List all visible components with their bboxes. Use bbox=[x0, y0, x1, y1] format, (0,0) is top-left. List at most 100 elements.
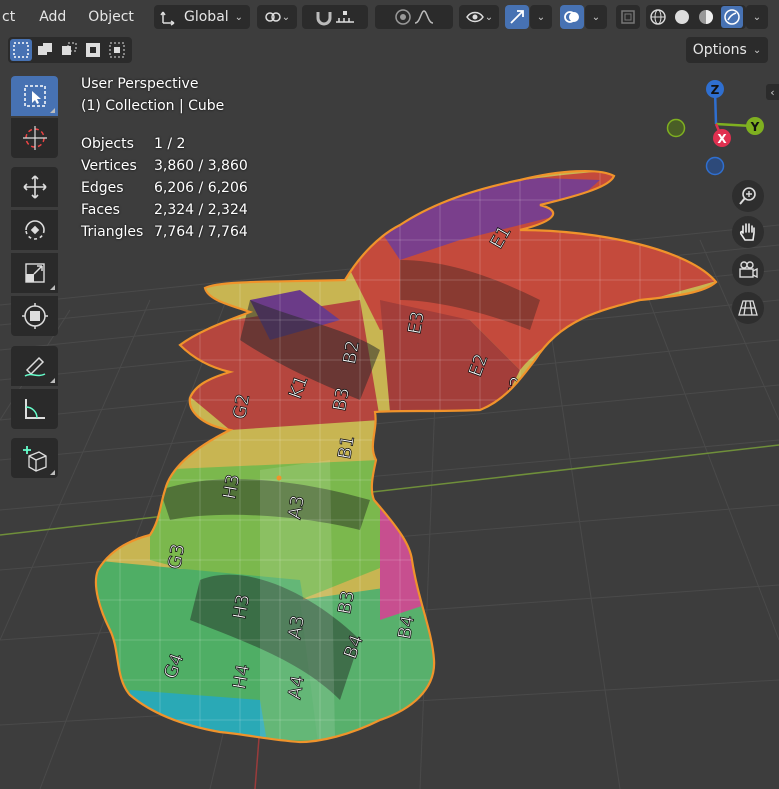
wireframe-shading-icon[interactable] bbox=[649, 8, 667, 26]
shading-dropdown[interactable]: ⌄ bbox=[746, 5, 768, 29]
measure-icon bbox=[24, 399, 45, 419]
select-invert-icon bbox=[86, 43, 100, 57]
select-intersect-icon bbox=[109, 42, 125, 58]
tool-scale[interactable] bbox=[11, 253, 58, 293]
select-subtract-button[interactable] bbox=[58, 39, 80, 61]
transform-orientation-dropdown[interactable]: Global ⌄ bbox=[154, 5, 250, 29]
menu-view[interactable]: ct bbox=[0, 0, 23, 34]
overlays-dropdown[interactable]: ⌄ bbox=[585, 5, 607, 29]
neg-y-handle bbox=[666, 118, 686, 138]
mesh-label: B3 bbox=[329, 386, 354, 413]
proportional-edit-icon bbox=[395, 9, 411, 25]
proportional-edit-group[interactable] bbox=[375, 5, 453, 29]
mesh-label: H3 bbox=[219, 473, 244, 501]
falloff-curve-icon bbox=[414, 10, 434, 24]
shading-mode-group[interactable] bbox=[646, 5, 746, 29]
add-cube-icon bbox=[22, 446, 47, 472]
stat-label: Faces bbox=[81, 202, 120, 218]
stat-row: Vertices 3,860 / 3,860 bbox=[81, 155, 248, 177]
mesh-label: A4 bbox=[284, 674, 309, 701]
link-icon bbox=[265, 12, 281, 22]
options-dropdown[interactable]: Options ⌄ bbox=[686, 37, 768, 63]
gizmo-toggle-button[interactable] bbox=[505, 5, 529, 29]
chevron-down-icon: ⌄ bbox=[536, 11, 546, 23]
stat-row: Edges 6,206 / 6,206 bbox=[81, 177, 248, 199]
zoom-icon bbox=[739, 187, 756, 205]
tool-select-box[interactable] bbox=[11, 76, 58, 116]
mesh-label: G2 bbox=[229, 392, 254, 421]
tool-rotate[interactable] bbox=[11, 210, 58, 250]
mesh-label: B1 bbox=[334, 434, 359, 461]
tool-measure[interactable] bbox=[11, 389, 58, 429]
select-new-button[interactable] bbox=[10, 39, 32, 61]
visibility-dropdown[interactable]: ⌄ bbox=[459, 5, 499, 29]
gizmo-icon bbox=[510, 10, 524, 24]
tool-transform[interactable] bbox=[11, 296, 58, 336]
view-name: User Perspective bbox=[81, 76, 199, 92]
chevron-down-icon: ⌄ bbox=[752, 11, 762, 23]
select-extend-button[interactable] bbox=[34, 39, 56, 61]
magnet-icon bbox=[316, 12, 332, 26]
neg-z-handle bbox=[705, 156, 725, 176]
perspective-toggle-button[interactable] bbox=[732, 292, 764, 324]
z-label: Z bbox=[711, 83, 720, 97]
mesh-label: E2 bbox=[504, 375, 529, 401]
overlays-toggle-button[interactable] bbox=[560, 5, 584, 29]
stat-row: Faces 2,324 / 2,324 bbox=[81, 199, 248, 221]
select-new-icon bbox=[13, 42, 29, 58]
material-shading-icon[interactable] bbox=[697, 8, 715, 26]
mesh-label: A3 bbox=[284, 614, 309, 641]
object-origin bbox=[276, 475, 282, 481]
mesh-label: H4 bbox=[229, 663, 254, 691]
snapping-group[interactable] bbox=[302, 5, 368, 29]
chevron-down-icon: ⌄ bbox=[281, 11, 291, 23]
overlays-icon bbox=[564, 11, 579, 23]
stat-row: Triangles 7,764 / 7,764 bbox=[81, 221, 248, 243]
select-subtract-icon bbox=[62, 42, 77, 55]
rendered-shading-button[interactable] bbox=[721, 6, 743, 28]
stat-row: Objects 1 / 2 bbox=[81, 133, 248, 155]
stat-value: 6,206 / 6,206 bbox=[154, 180, 248, 196]
chevron-down-icon: ⌄ bbox=[752, 44, 762, 56]
x-label: X bbox=[717, 132, 727, 146]
snap-increment-icon bbox=[336, 11, 354, 23]
tool-move[interactable] bbox=[11, 167, 58, 207]
chevron-down-icon: ⌄ bbox=[591, 11, 601, 23]
solid-shading-icon[interactable] bbox=[673, 8, 691, 26]
pivot-point-dropdown[interactable]: ⌄ bbox=[257, 5, 297, 29]
sidebar-toggle-arrow[interactable]: ‹ bbox=[766, 84, 779, 100]
orientation-label: Global bbox=[184, 9, 229, 25]
stat-label: Vertices bbox=[81, 158, 137, 174]
pan-button[interactable] bbox=[732, 216, 764, 248]
tool-cursor[interactable] bbox=[11, 118, 58, 158]
chevron-down-icon: ⌄ bbox=[484, 11, 494, 23]
stat-value: 3,860 / 3,860 bbox=[154, 158, 248, 174]
gizmo-dropdown[interactable]: ⌄ bbox=[530, 5, 552, 29]
mesh-label: E3 bbox=[404, 310, 429, 336]
navigation-gizmo[interactable]: Z Y X bbox=[660, 76, 770, 180]
stat-value: 1 / 2 bbox=[154, 136, 186, 152]
tool-annotate[interactable] bbox=[11, 346, 58, 386]
select-invert-button[interactable] bbox=[82, 39, 104, 61]
tool-add-cube[interactable] bbox=[11, 438, 58, 478]
chevron-down-icon: ⌄ bbox=[234, 11, 244, 23]
options-label: Options bbox=[692, 42, 747, 58]
stat-value: 7,764 / 7,764 bbox=[154, 224, 248, 240]
camera-view-button[interactable] bbox=[732, 254, 764, 286]
select-box-icon bbox=[23, 85, 46, 107]
mesh-label: B3 bbox=[334, 589, 359, 616]
mesh-label: B4 bbox=[394, 614, 419, 641]
xray-toggle-button[interactable] bbox=[616, 5, 640, 29]
menu-object[interactable]: Object bbox=[74, 0, 142, 34]
y-label: Y bbox=[750, 120, 760, 134]
menu-add[interactable]: Add bbox=[23, 0, 74, 34]
annotate-icon bbox=[24, 356, 45, 377]
stat-value: 2,324 / 2,324 bbox=[154, 202, 248, 218]
camera-icon bbox=[739, 261, 758, 279]
scene-statistics: Objects 1 / 2 Vertices 3,860 / 3,860 Edges… bbox=[81, 133, 248, 243]
zoom-button[interactable] bbox=[732, 180, 764, 212]
stat-label: Triangles bbox=[81, 224, 144, 240]
pan-hand-icon bbox=[739, 223, 755, 241]
select-intersect-button[interactable] bbox=[106, 39, 128, 61]
mesh-label: G3 bbox=[164, 542, 189, 571]
